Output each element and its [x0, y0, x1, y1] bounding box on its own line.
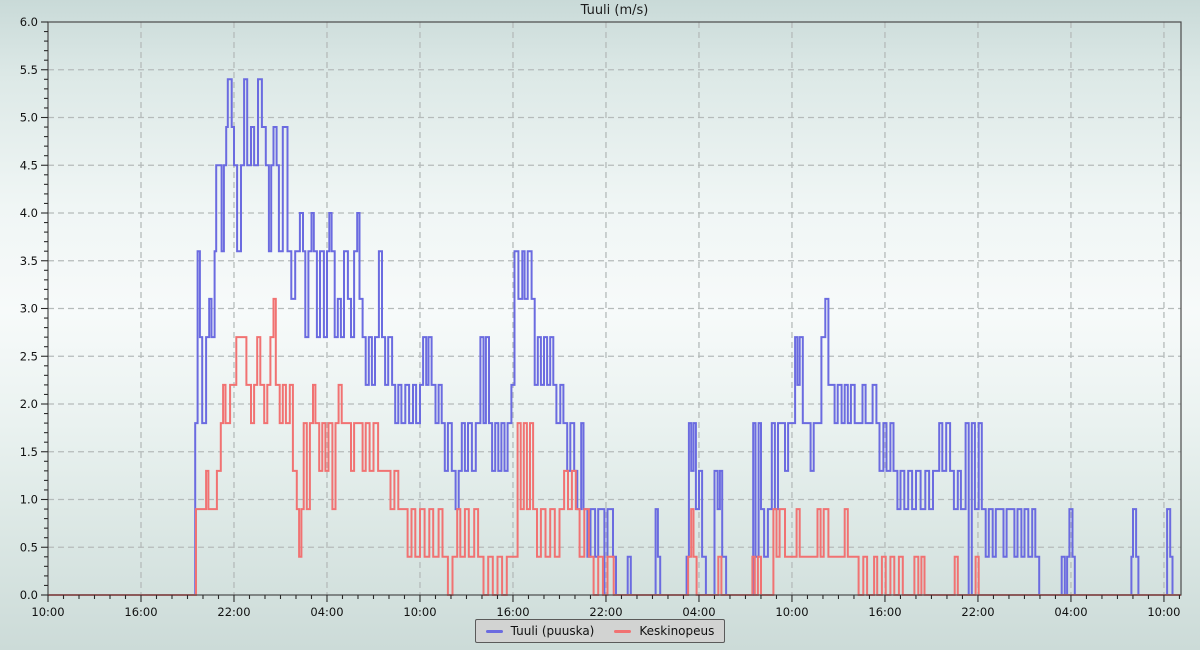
- svg-text:10:00: 10:00: [775, 605, 808, 619]
- svg-text:4.0: 4.0: [20, 206, 38, 220]
- svg-text:04:00: 04:00: [310, 605, 343, 619]
- svg-text:5.0: 5.0: [20, 111, 38, 125]
- svg-text:16:00: 16:00: [124, 605, 157, 619]
- wind-chart: 0.0 0.5 1.0 1.5 2.0 2.5 3.0 3.5 4.0 4.5 5.0 5.5 6.0 1…: [0, 0, 1200, 650]
- svg-text:10:00: 10:00: [31, 605, 64, 619]
- svg-text:10:00: 10:00: [1147, 605, 1180, 619]
- svg-text:04:00: 04:00: [1054, 605, 1087, 619]
- svg-text:2.5: 2.5: [20, 349, 38, 363]
- svg-text:10:00: 10:00: [403, 605, 436, 619]
- legend-box: Tuuli (puuska) Keskinopeus: [475, 619, 726, 643]
- svg-text:16:00: 16:00: [868, 605, 901, 619]
- svg-text:2.0: 2.0: [20, 397, 38, 411]
- svg-text:0.5: 0.5: [20, 540, 38, 554]
- svg-text:1.5: 1.5: [20, 445, 38, 459]
- legend-item-average: Keskinopeus: [614, 624, 714, 638]
- legend-item-gust: Tuuli (puuska): [486, 624, 595, 638]
- svg-text:22:00: 22:00: [961, 605, 994, 619]
- svg-text:1.0: 1.0: [20, 493, 38, 507]
- svg-text:04:00: 04:00: [682, 605, 715, 619]
- svg-text:3.5: 3.5: [20, 254, 38, 268]
- svg-text:0.0: 0.0: [20, 588, 38, 602]
- legend-label-average: Keskinopeus: [639, 624, 714, 638]
- svg-text:5.5: 5.5: [20, 63, 38, 77]
- svg-text:6.0: 6.0: [20, 15, 38, 29]
- svg-text:16:00: 16:00: [496, 605, 529, 619]
- svg-text:22:00: 22:00: [217, 605, 250, 619]
- svg-text:4.5: 4.5: [20, 158, 38, 172]
- gust-line-swatch-icon: [486, 630, 503, 633]
- legend-label-gust: Tuuli (puuska): [511, 624, 595, 638]
- svg-text:22:00: 22:00: [589, 605, 622, 619]
- average-line-swatch-icon: [614, 630, 631, 633]
- svg-text:3.0: 3.0: [20, 302, 38, 316]
